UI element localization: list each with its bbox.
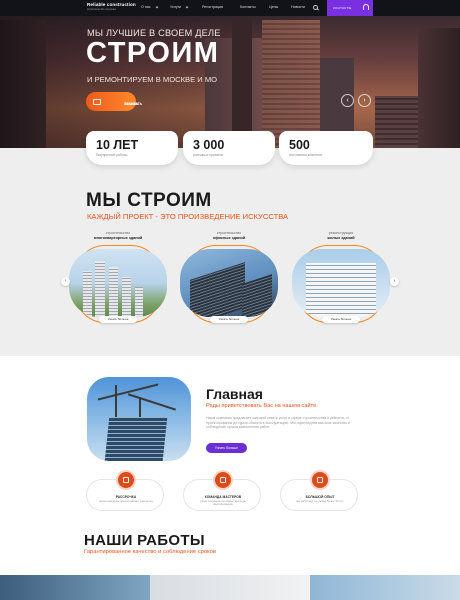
search-icon[interactable] [313, 4, 318, 10]
building-photo [180, 249, 278, 317]
hero-subtitle: И РЕМОНТИРУЕМ В МОСКВЕ И МО [87, 75, 218, 84]
main-description: Наша компания предлагает широкий спектр … [206, 416, 350, 430]
work-photo[interactable] [0, 575, 150, 600]
trophy-icon [312, 472, 328, 488]
feature-card: БОЛЬШОЙ ОПЫТ мы работаем на рынке более … [280, 472, 358, 511]
stat-label: успешных проектов [193, 153, 224, 157]
stat-card-clients: 500 постоянных клиентов [279, 131, 373, 165]
contacts-label: КОНТАКТЫ [333, 6, 352, 10]
building-photo [292, 249, 390, 317]
hero-next-arrow[interactable]: › [358, 94, 371, 107]
chevron-down-icon [155, 5, 158, 9]
service-card[interactable]: Узнать больше [63, 245, 173, 323]
crane-photo [87, 377, 191, 461]
wallet-icon [118, 472, 134, 488]
feature-description: наша компания предоставляет рассрочку [99, 499, 153, 503]
works-gallery [0, 575, 460, 600]
category-label: реконструкция жилых зданий [327, 231, 355, 240]
feature-card: РАССРОЧКА наша компания предоставляет ра… [86, 472, 164, 511]
service-card[interactable]: Узнать больше [174, 245, 284, 323]
stat-number: 10 ЛЕТ [96, 138, 139, 152]
category-label: строительство офисных зданий [212, 231, 246, 240]
works-subtitle: Гарантированное качество и соблюдение ср… [84, 549, 216, 555]
build-subtitle: КАЖДЫЙ ПРОЕКТ - ЭТО ПРОИЗВЕДЕНИЕ ИСКУССТ… [87, 212, 289, 221]
build-title: МЫ СТРОИМ [86, 190, 212, 211]
nav-item-prices[interactable]: Цены [269, 5, 278, 9]
top-nav: Reliable construction строительство под … [0, 0, 460, 16]
feature-description: наши специалисты имеют высокую квалифика… [200, 499, 246, 507]
main-title: Главная [206, 386, 263, 402]
nav-item-services[interactable]: Услуги [170, 5, 189, 9]
carousel-prev-arrow[interactable]: ‹ [61, 277, 70, 286]
learn-more-button[interactable]: Узнать больше [99, 316, 137, 323]
service-card[interactable]: Узнать больше [286, 245, 396, 323]
stat-number: 500 [289, 138, 310, 152]
envelope-icon [93, 98, 101, 105]
chevron-down-icon [185, 5, 189, 9]
building-photo [69, 249, 167, 317]
stat-card-projects: 3 000 успешных проектов [183, 131, 275, 165]
category-label: строительство многоквартирных зданий [93, 231, 143, 240]
hero-title: СТРОИМ [86, 37, 220, 69]
nav-item-contacts[interactable]: Контакты [240, 5, 256, 9]
learn-more-button[interactable]: Узнать больше [206, 443, 247, 453]
main-subtitle: Рады приветствовать Вас на нашем сайте. [206, 403, 318, 409]
carousel-next-arrow[interactable]: › [390, 277, 399, 286]
stat-number: 3 000 [193, 138, 225, 152]
feature-description: мы работаем на рынке более 10 лет [296, 499, 344, 503]
team-icon [215, 472, 231, 488]
logo-subtitle: строительство под ключ [87, 8, 117, 11]
work-photo[interactable] [150, 575, 310, 600]
order-call-button[interactable]: ЗАКАЗАТЬ ЗВОНОК [86, 92, 142, 111]
learn-more-button[interactable]: Узнать больше [210, 316, 248, 323]
logo-title: Reliable construction [87, 2, 136, 7]
logo[interactable]: Reliable construction строительство под … [87, 2, 136, 11]
stat-label: постоянных клиентов [289, 153, 322, 157]
works-title: НАШИ РАБОТЫ [84, 532, 205, 549]
nav-item-registration[interactable]: Регистрация [202, 5, 223, 9]
learn-more-button[interactable]: Узнать больше [322, 316, 360, 323]
headset-icon [363, 4, 369, 10]
contacts-button[interactable]: КОНТАКТЫ [327, 0, 373, 16]
hero-banner [0, 16, 460, 148]
work-photo[interactable] [310, 575, 460, 600]
stat-label: безупречной работы [96, 153, 128, 157]
nav-item-news[interactable]: Новости [291, 5, 305, 9]
hero-prev-arrow[interactable]: ‹ [341, 94, 354, 107]
nav-item-about[interactable]: О нас [141, 5, 158, 9]
stat-card-years: 10 ЛЕТ безупречной работы [86, 131, 178, 165]
feature-card: КОМАНДА МАСТЕРОВ наши специалисты имеют … [183, 472, 261, 511]
